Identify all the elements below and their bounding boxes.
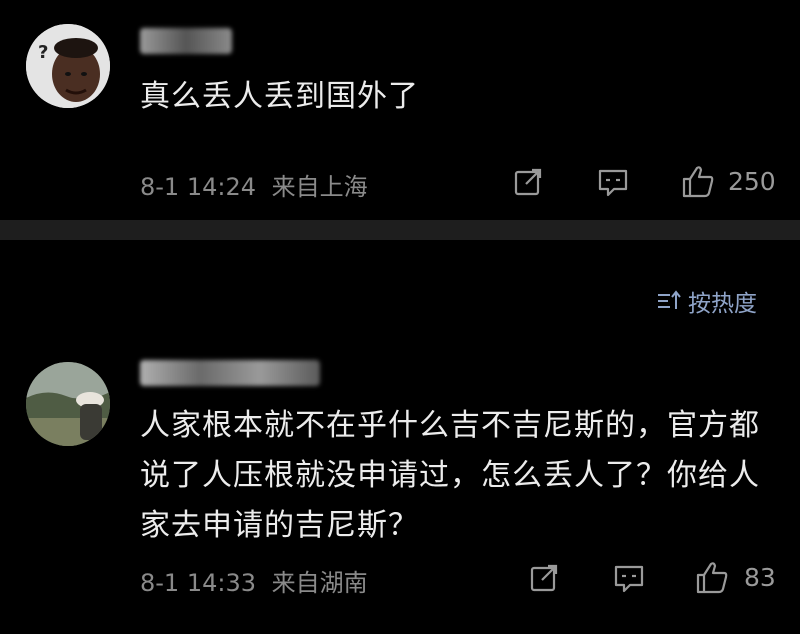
share-button[interactable]	[510, 164, 546, 200]
sort-toggle[interactable]: 按热度	[656, 284, 757, 318]
comment-location: 来自上海	[271, 173, 368, 201]
sort-icon	[658, 290, 681, 309]
comment-text: 真么丢人丢到国外了	[140, 79, 419, 114]
like-icon	[682, 166, 714, 198]
comment-meta: 8-1 14:33 来自湖南	[140, 563, 368, 598]
comment-time: 8-1 14:24	[140, 173, 256, 201]
avatar-image: ?	[26, 24, 110, 108]
like-count: 250	[728, 167, 776, 196]
comment-meta: 8-1 14:24 来自上海	[140, 167, 368, 202]
comment-text: 人家根本就不在乎什么吉不吉尼斯的，官方都说了人压根就没申请过，怎么丢人了？你给人…	[140, 408, 760, 543]
comment-location: 来自湖南	[271, 569, 368, 597]
reply-button[interactable]	[610, 560, 648, 596]
avatar[interactable]	[26, 362, 110, 446]
like-button[interactable]	[692, 558, 732, 598]
sort-label: 按热度	[688, 291, 757, 317]
avatar-image	[26, 362, 110, 446]
comment-time: 8-1 14:33	[140, 569, 256, 597]
avatar[interactable]: ?	[26, 24, 110, 108]
like-icon	[696, 562, 728, 594]
reply-icon	[614, 565, 644, 593]
section-divider	[0, 220, 800, 240]
like-count: 83	[744, 563, 776, 592]
reply-button[interactable]	[594, 164, 632, 200]
comment-item: ? 真么丢人丢到国外了 8-1 14:24 来自上海 250	[0, 0, 800, 220]
share-icon	[530, 564, 558, 592]
comment-item: 人家根本就不在乎什么吉不吉尼斯的，官方都说了人压根就没申请过，怎么丢人了？你给人…	[0, 340, 800, 634]
share-icon	[514, 168, 542, 196]
share-button[interactable]	[526, 560, 562, 596]
reply-icon	[598, 169, 628, 197]
like-button[interactable]	[678, 162, 718, 202]
svg-text:?: ?	[38, 42, 48, 63]
username-blurred[interactable]	[140, 360, 320, 386]
username-blurred[interactable]	[140, 28, 232, 54]
